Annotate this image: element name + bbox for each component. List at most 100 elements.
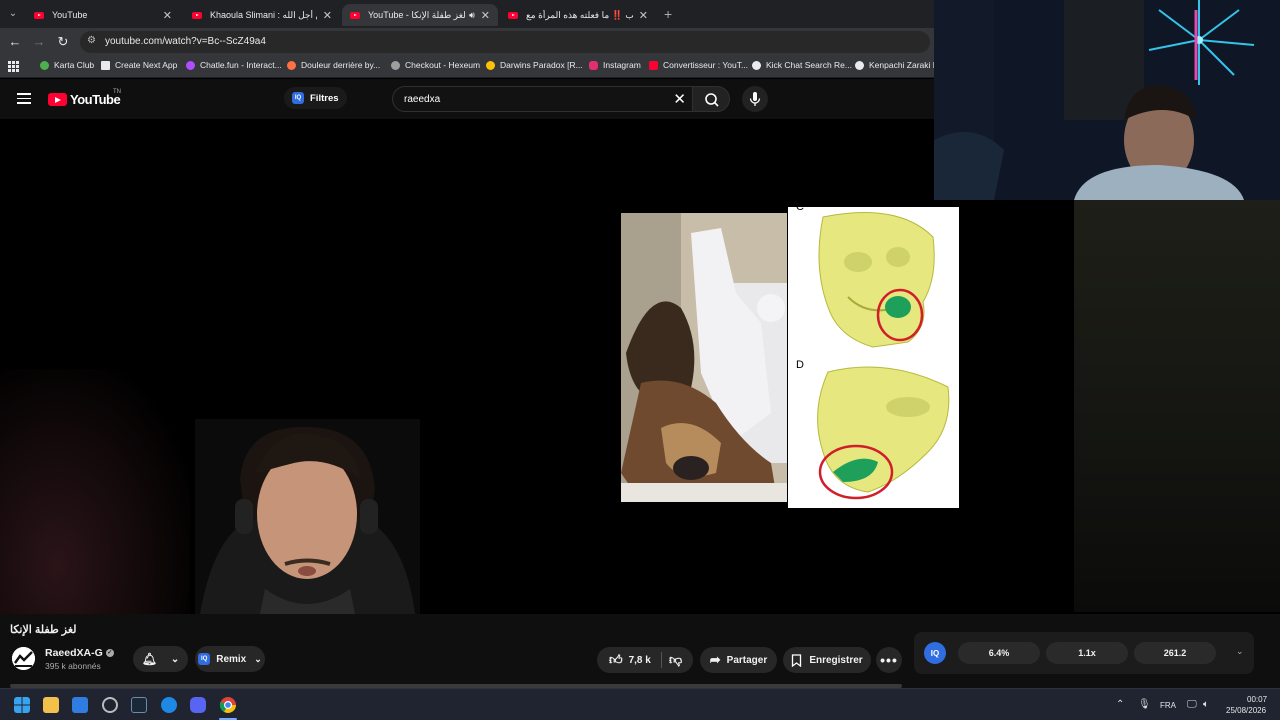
bookmark-favicon-icon [649, 60, 658, 70]
back-arrow-icon[interactable]: ← [7, 34, 23, 50]
close-tab-icon[interactable]: ✕ [163, 9, 172, 22]
bookmark-label: Douleur derrière by... [301, 60, 381, 70]
iq-stat-multiplier: 1.1x [1046, 642, 1128, 664]
bookmark-favicon-icon [287, 60, 296, 70]
bookmark-kenpachi[interactable]: Kenpachi Zaraki Bl [855, 60, 940, 70]
filters-label: Filtres [310, 92, 339, 104]
youtube-favicon-icon [508, 11, 518, 19]
clock-date[interactable]: 25/08/2026 [1226, 706, 1266, 715]
search-icon [705, 93, 719, 107]
bookmark-douleur[interactable]: Douleur derrière by... [287, 60, 380, 70]
chrome-icon[interactable] [220, 697, 236, 713]
close-tab-icon[interactable]: ✕ [481, 9, 490, 22]
clear-search-icon[interactable]: ✕ [673, 90, 686, 108]
chevron-down-icon: ⌄ [254, 653, 262, 664]
filters-button[interactable]: IQ Filtres [284, 87, 347, 109]
bookmark-label: Kenpachi Zaraki Bl [869, 60, 941, 70]
save-label: Enregistrer [809, 654, 863, 666]
channel-name[interactable]: RaeedXA-G ✓ [45, 647, 114, 659]
bookmark-favicon-icon [486, 60, 495, 70]
browser-toolbar: ← → ↻ ⚙︎ youtube.com/watch?v=Bc--ScZ49a4 [0, 28, 934, 56]
iq-extension-icon: IQ [198, 653, 211, 665]
apps-grid-icon[interactable] [8, 61, 19, 72]
clock-time[interactable]: 00:07 [1247, 695, 1267, 704]
channel-avatar[interactable] [12, 647, 35, 670]
bookmark-hexeum[interactable]: Checkout - Hexeum [391, 60, 480, 70]
close-tab-icon[interactable]: ✕ [323, 9, 332, 22]
bookmark-chatle[interactable]: Chatle.fun - Interact... [186, 60, 282, 70]
bookmark-karta-club[interactable]: Karta Club [40, 60, 94, 70]
volume-icon[interactable]: 🔈︎ [1203, 699, 1209, 710]
share-button[interactable]: ➦ Partager [700, 647, 777, 673]
bookmark-favicon-icon [855, 60, 864, 70]
tab-search-chevron-icon[interactable]: ⌄ [6, 7, 20, 21]
youtube-favicon-icon [350, 11, 360, 19]
search-button[interactable] [692, 86, 730, 112]
microsoft-store-icon[interactable] [72, 697, 88, 713]
tab-title: YouTube [52, 10, 88, 20]
network-icon[interactable]: 🖵︎ [1187, 699, 1197, 710]
bookmark-darwins-paradox[interactable]: Darwins Paradox [R... [486, 60, 583, 70]
reload-icon[interactable]: ↻ [55, 34, 71, 50]
bookmark-label: Convertisseur : YouT... [663, 60, 749, 70]
save-button[interactable]: Enregistrer [783, 647, 871, 673]
bookmark-instagram[interactable]: Instagram [589, 60, 641, 70]
browser-tab-active[interactable]: YouTube - لغز طفلة الإنكا 🔊︎ ✕ [342, 4, 498, 26]
new-tab-plus-icon[interactable]: + [664, 6, 672, 22]
edge-icon[interactable] [161, 697, 177, 713]
subscription-bell-button[interactable]: 🔔︎ ⌄ [133, 646, 188, 672]
iq-logo-icon[interactable]: IQ [924, 642, 946, 664]
file-explorer-icon[interactable] [43, 697, 59, 713]
verified-check-icon: ✓ [105, 649, 114, 658]
site-info-icon[interactable]: ⚙︎ [87, 35, 96, 46]
menu-hamburger-icon[interactable] [17, 93, 31, 104]
address-bar[interactable]: ⚙︎ youtube.com/watch?v=Bc--ScZ49a4 [80, 31, 930, 53]
tray-microphone-icon[interactable]: 🎙︎ [1138, 699, 1151, 710]
bookmark-create-next-app[interactable]: Create Next App [101, 60, 177, 70]
address-url: youtube.com/watch?v=Bc--ScZ49a4 [105, 36, 266, 47]
like-divider [661, 652, 662, 668]
thumbs-up-icon[interactable]: 👍︎ [609, 652, 623, 668]
bookmark-favicon-icon [186, 60, 195, 70]
forward-arrow-icon[interactable]: → [31, 34, 47, 50]
browser-tab-khaoula[interactable]: Khaoula Slimani : يء من أجل الله ✕ [184, 4, 340, 26]
bookmark-label: Karta Club [54, 60, 95, 70]
more-actions-button[interactable]: ••• [876, 647, 902, 673]
voice-search-button[interactable] [742, 86, 768, 112]
bookmark-convertisseur[interactable]: Convertisseur : YouT... [649, 60, 748, 70]
iq-extension-icon: IQ [292, 92, 304, 104]
youtube-logo[interactable]: YouTube [48, 92, 121, 107]
microphone-icon [749, 92, 761, 106]
browser-tab-youtube[interactable]: YouTube ✕ [26, 4, 180, 26]
speaker-icon[interactable]: 🔊︎ [469, 10, 475, 21]
close-tab-icon[interactable]: ✕ [639, 9, 648, 22]
search-input[interactable]: raeedxa ✕ [392, 86, 692, 112]
like-dislike-group: 👍︎ 7,8 k 👎︎ [597, 647, 693, 673]
bell-icon: 🔔︎ [141, 652, 157, 666]
discord-icon[interactable] [190, 697, 206, 713]
chevron-down-icon[interactable]: ⌄ [1236, 646, 1244, 657]
tray-chevron-up-icon[interactable]: ⌃ [1116, 699, 1124, 710]
video-frame-ct-scan: C D [788, 207, 959, 508]
bookmark-favicon-icon [752, 60, 761, 70]
input-language[interactable]: FRA [1160, 701, 1176, 710]
instagram-icon [589, 60, 598, 70]
browser-tab-arabic[interactable]: عريب ‼️ ما فعلته هذه المرأة مع ✕ [500, 4, 656, 26]
bookmark-kick-chat[interactable]: Kick Chat Search Re... [752, 60, 852, 70]
steam-icon[interactable] [131, 697, 147, 713]
search-query: raeedxa [404, 94, 441, 105]
thumbs-down-icon[interactable]: 👎︎ [669, 652, 682, 668]
windows-taskbar: ⌃ 🎙︎ FRA 🖵︎ 🔈︎ 00:07 25/08/2026 [0, 688, 1280, 720]
video-frame-photo [621, 213, 787, 502]
figure-label-d: D [796, 359, 804, 371]
region-code: TN [113, 89, 121, 95]
iq-stat-percentage: 6.4% [958, 642, 1040, 664]
like-count[interactable]: 7,8 k [629, 655, 651, 666]
app-circle-icon[interactable] [102, 697, 118, 713]
more-dots-icon: ••• [880, 652, 898, 668]
remix-button[interactable]: IQ Remix ⌄ [195, 646, 265, 672]
bookmark-label: Checkout - Hexeum [405, 60, 481, 70]
windows-start-icon[interactable] [14, 697, 30, 713]
video-title: لغز طفلة الإنكا [10, 624, 77, 636]
video-background-glow [0, 369, 190, 614]
